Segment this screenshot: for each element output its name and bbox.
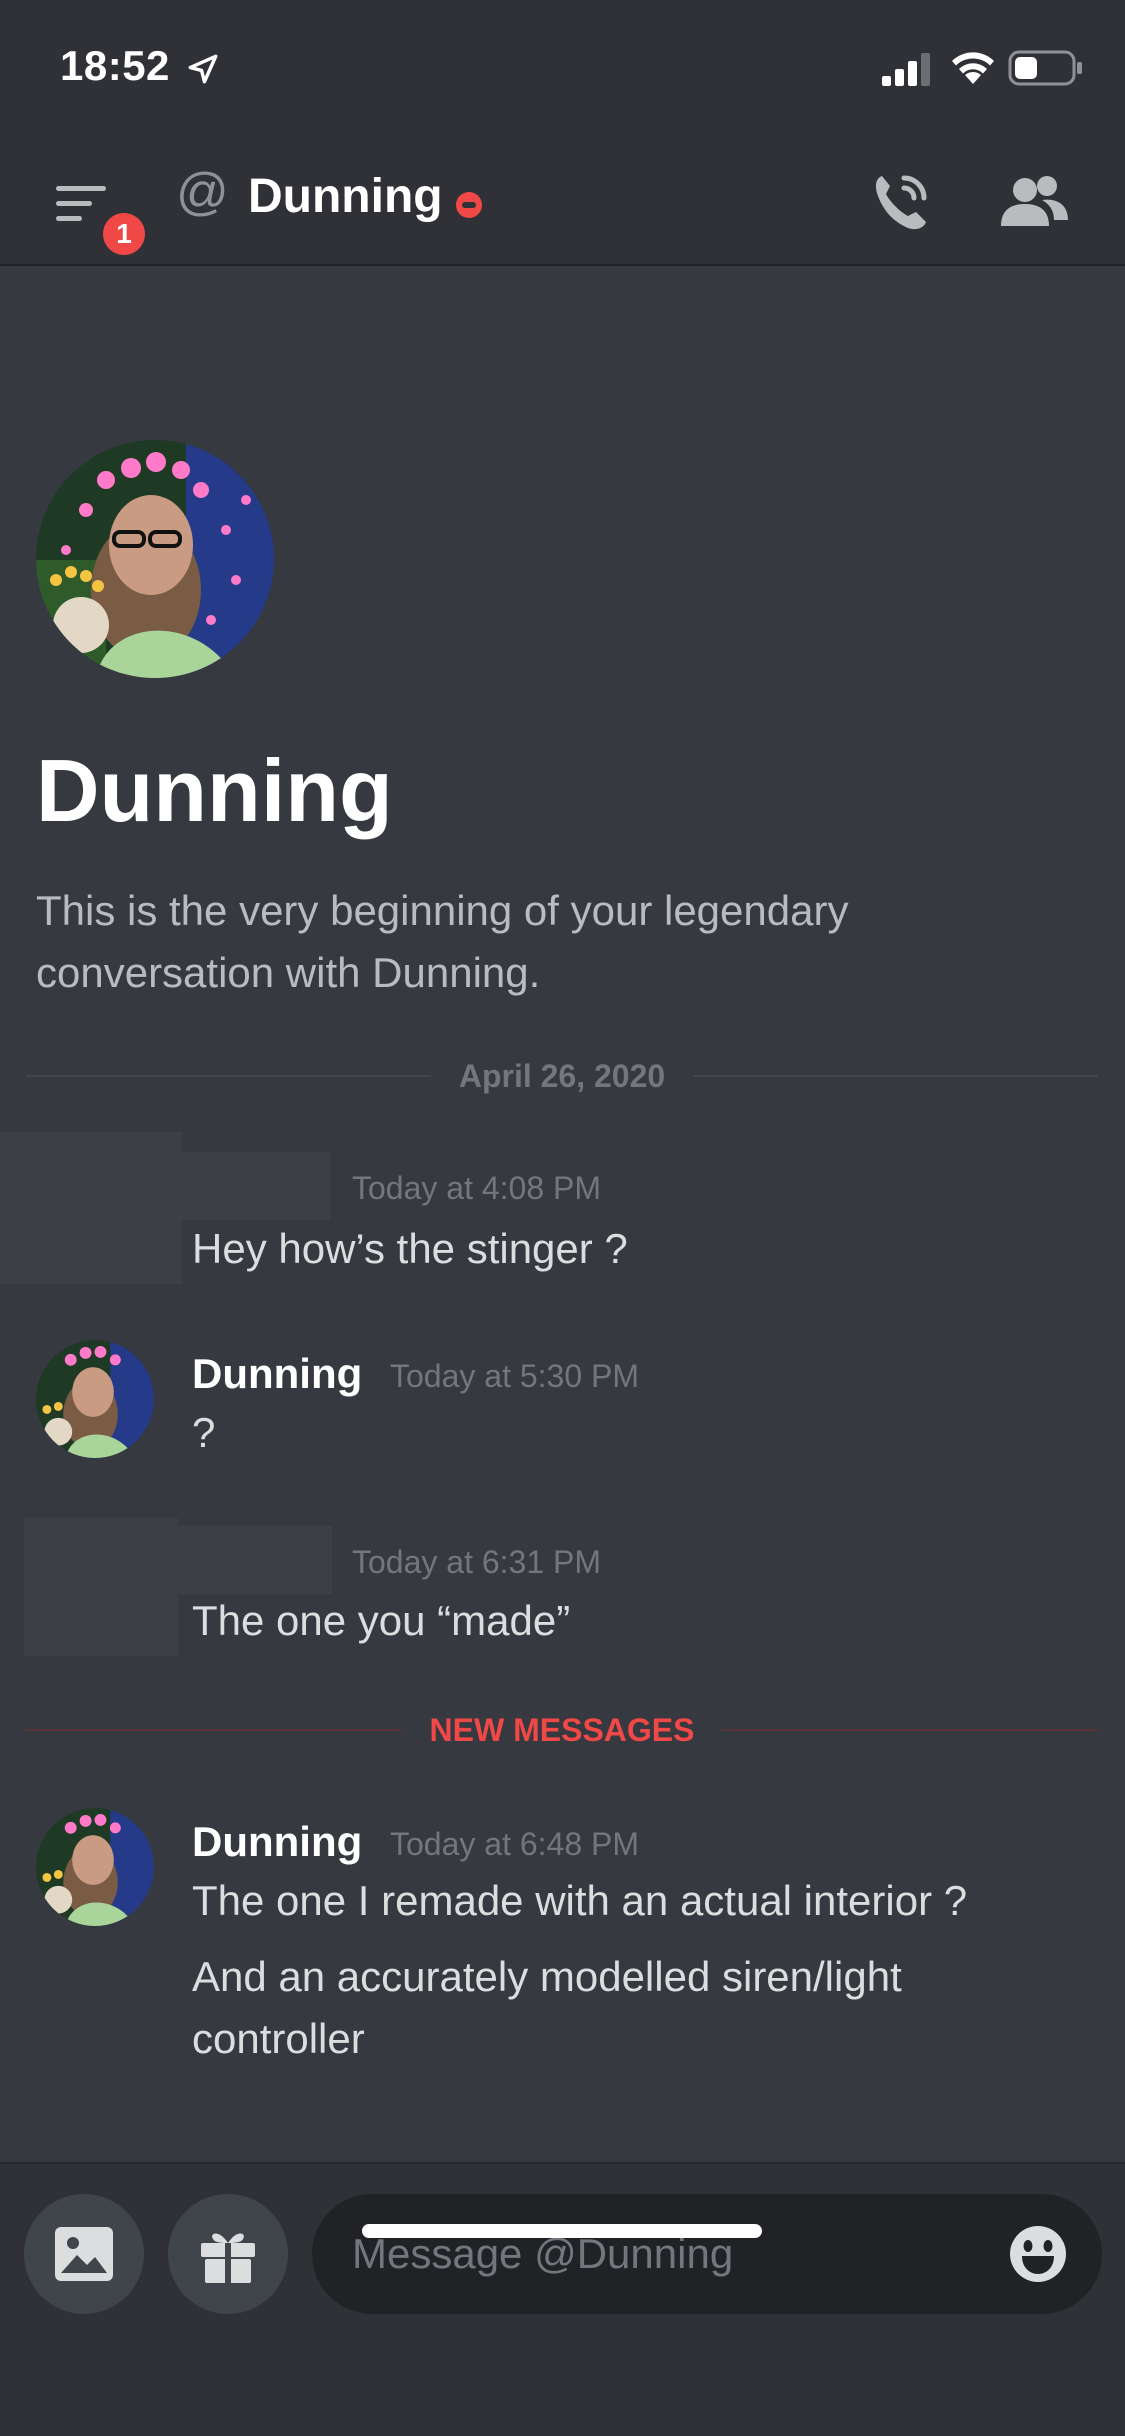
image-icon bbox=[55, 2227, 113, 2281]
status-time: 18:52 bbox=[60, 42, 170, 89]
divider-line bbox=[26, 1075, 431, 1077]
avatar-image bbox=[36, 1340, 154, 1458]
profile-avatar[interactable] bbox=[36, 440, 274, 678]
redacted-avatar bbox=[0, 1132, 182, 1284]
intro-text: This is the very beginning of your legen… bbox=[36, 887, 849, 996]
wifi-icon bbox=[952, 52, 994, 84]
avatar-image bbox=[36, 1808, 154, 1926]
redacted-author bbox=[182, 1152, 330, 1220]
emoji-icon[interactable] bbox=[1008, 2224, 1068, 2284]
phone-call-icon[interactable] bbox=[868, 170, 932, 234]
image-upload-button[interactable] bbox=[24, 2194, 144, 2314]
home-indicator bbox=[362, 2224, 762, 2238]
message-author[interactable]: Dunning bbox=[192, 1350, 362, 1398]
new-messages-divider: NEW MESSAGES bbox=[26, 1710, 1099, 1750]
status-bar: 18:52 bbox=[0, 0, 1125, 140]
channel-header: 1 @ Dunning bbox=[0, 140, 1125, 266]
author-avatar[interactable] bbox=[36, 1808, 154, 1926]
author-avatar[interactable] bbox=[36, 1340, 154, 1458]
members-icon[interactable] bbox=[998, 172, 1070, 232]
unread-badge: 1 bbox=[98, 208, 150, 260]
message-timestamp: Today at 6:31 PM bbox=[352, 1544, 602, 1580]
message-composer bbox=[0, 2162, 1125, 2436]
new-messages-label: NEW MESSAGES bbox=[429, 1711, 695, 1748]
message-text[interactable]: ? bbox=[192, 1402, 215, 1464]
date-divider: April 26, 2020 bbox=[26, 1056, 1098, 1096]
message-input[interactable] bbox=[352, 2194, 992, 2314]
menu-button[interactable]: 1 bbox=[52, 176, 152, 260]
at-icon: @ bbox=[176, 163, 229, 221]
date-divider-label: April 26, 2020 bbox=[458, 1057, 666, 1094]
message-timestamp: Today at 4:08 PM bbox=[352, 1170, 602, 1206]
intro-name: Dunning bbox=[36, 741, 393, 840]
message-author[interactable]: Dunning bbox=[192, 1818, 362, 1866]
gift-icon bbox=[201, 2233, 255, 2283]
battery-icon bbox=[1008, 50, 1082, 86]
gift-button[interactable] bbox=[168, 2194, 288, 2314]
message-text[interactable]: Hey how’s the stinger ? bbox=[192, 1218, 628, 1280]
channel-title[interactable]: Dunning bbox=[248, 168, 443, 226]
location-arrow-icon bbox=[188, 54, 218, 84]
message-input-box[interactable] bbox=[312, 2194, 1102, 2314]
redacted-author bbox=[178, 1526, 332, 1594]
cellular-signal-icon bbox=[882, 53, 930, 86]
message-text[interactable]: The one you “made” bbox=[192, 1590, 570, 1652]
redacted-avatar bbox=[24, 1518, 178, 1656]
message-timestamp: Today at 5:30 PM bbox=[390, 1358, 640, 1394]
avatar-image bbox=[36, 440, 274, 678]
message-text[interactable]: The one I remade with an actual interior… bbox=[192, 1870, 967, 1932]
divider-line bbox=[722, 1729, 1099, 1731]
message-timestamp: Today at 6:48 PM bbox=[390, 1826, 640, 1862]
divider-line bbox=[693, 1075, 1098, 1077]
do-not-disturb-status-icon bbox=[456, 192, 482, 218]
message-text[interactable]: And an accurately modelled siren/light c… bbox=[192, 1946, 1072, 2070]
divider-line bbox=[26, 1729, 402, 1731]
